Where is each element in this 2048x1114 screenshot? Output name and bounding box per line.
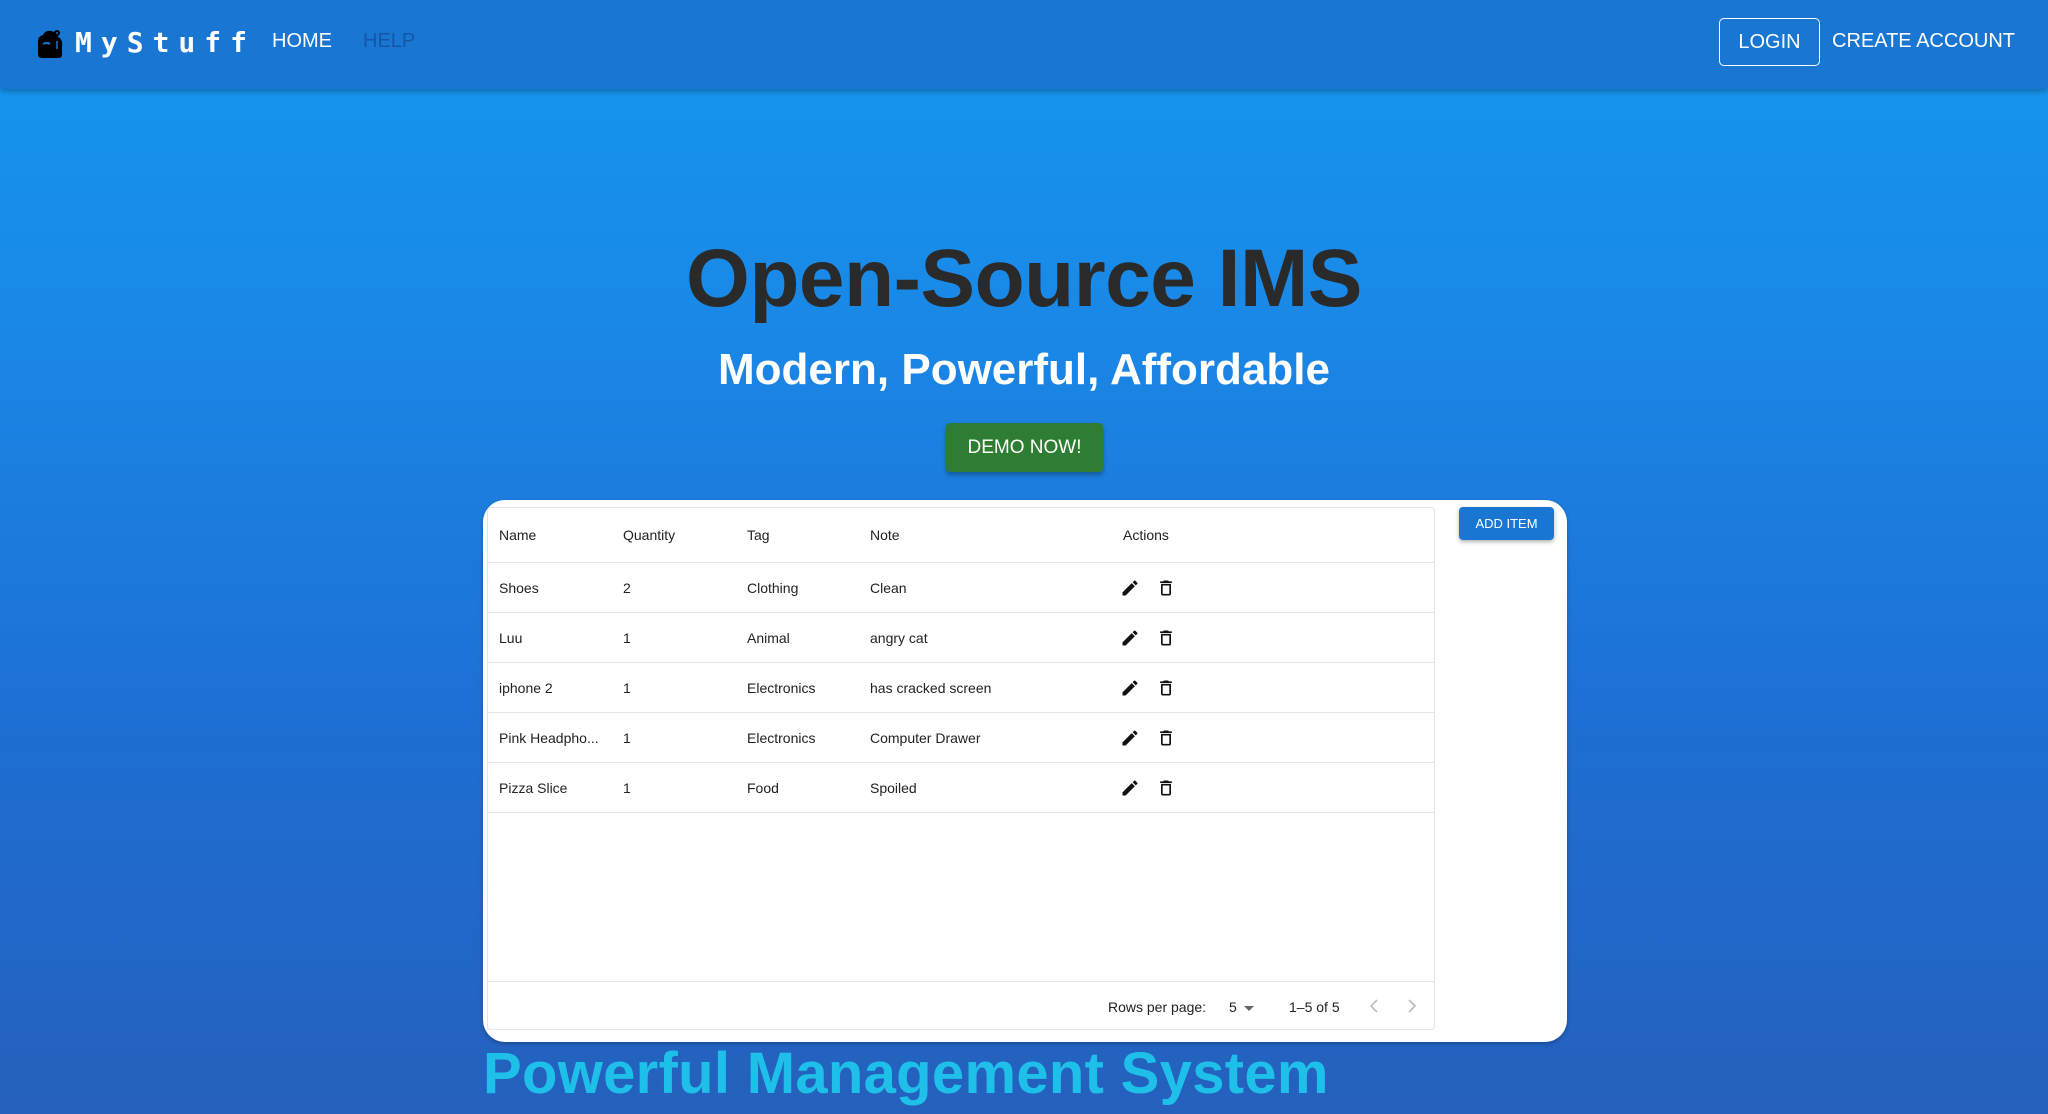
cell-quantity: 1 [623,780,631,796]
cell-quantity: 1 [623,730,631,746]
hero-subtitle: Modern, Powerful, Affordable [718,345,1330,394]
cell-tag: Clothing [747,580,799,596]
rows-per-page-select[interactable]: 5 [1229,999,1237,1015]
edit-icon[interactable] [1120,778,1140,798]
backpack-icon [38,30,63,58]
table-row[interactable]: Luu 1 Animal angry cat [488,613,1434,663]
section-title: Powerful Management System [483,1041,1329,1106]
table-pagination: Rows per page: 5 1–5 of 5 [488,981,1434,1031]
column-header-note[interactable]: Note [870,508,900,563]
inventory-table: Name Quantity Tag Note Actions Shoes 2 Clo… [487,507,1435,1030]
table-row[interactable]: iphone 2 1 Electronics has cracked screen [488,663,1434,713]
delete-icon[interactable] [1156,778,1176,798]
cell-note: angry cat [870,630,928,646]
chevron-left-icon[interactable] [1362,994,1386,1018]
delete-icon[interactable] [1156,578,1176,598]
cell-tag: Food [747,780,779,796]
login-button[interactable]: LOGIN [1719,18,1820,66]
delete-icon[interactable] [1156,678,1176,698]
chevron-right-icon[interactable] [1400,994,1424,1018]
column-header-actions: Actions [1123,527,1169,543]
hero-title: Open-Source IMS [686,233,1362,324]
delete-icon[interactable] [1156,628,1176,648]
demo-now-button[interactable]: DEMO NOW! [946,423,1103,472]
cell-name: Luu [499,630,523,646]
edit-icon[interactable] [1120,678,1140,698]
brand-name[interactable]: MyStuff [75,26,256,59]
caret-down-icon[interactable] [1244,1006,1254,1011]
table-row[interactable]: Pink Headpho... 1 Electronics Computer Draw… [488,713,1434,763]
cell-name: Pink Headpho... [499,730,599,746]
edit-icon[interactable] [1120,728,1140,748]
cell-quantity: 2 [623,580,631,596]
edit-icon[interactable] [1120,578,1140,598]
delete-icon[interactable] [1156,728,1176,748]
cell-name: Shoes [499,580,539,596]
inventory-card: Name Quantity Tag Note Actions Shoes 2 Clo… [483,500,1567,1042]
pagination-range: 1–5 of 5 [1289,999,1340,1015]
app-bar: MyStuff HOME HELP LOGIN CREATE ACCOUNT [0,0,2048,89]
cell-quantity: 1 [623,630,631,646]
nav-home[interactable]: HOME [272,30,332,53]
rows-per-page-label: Rows per page: [1108,999,1207,1015]
cell-name: Pizza Slice [499,780,568,796]
cell-tag: Animal [747,630,790,646]
cell-note: has cracked screen [870,680,992,696]
table-header-row: Name Quantity Tag Note Actions [488,508,1434,563]
edit-icon[interactable] [1120,628,1140,648]
nav-help[interactable]: HELP [363,30,415,53]
column-header-name[interactable]: Name [499,508,609,563]
cell-note: Computer Drawer [870,730,981,746]
cell-quantity: 1 [623,680,631,696]
column-header-tag[interactable]: Tag [747,508,770,563]
cell-name: iphone 2 [499,680,553,696]
add-item-button[interactable]: ADD ITEM [1459,507,1554,540]
cell-note: Spoiled [870,780,917,796]
create-account-button[interactable]: CREATE ACCOUNT [1832,30,2015,53]
table-row[interactable]: Pizza Slice 1 Food Spoiled [488,763,1434,813]
cell-tag: Electronics [747,680,816,696]
cell-note: Clean [870,580,907,596]
cell-tag: Electronics [747,730,816,746]
table-row[interactable]: Shoes 2 Clothing Clean [488,563,1434,613]
column-header-quantity[interactable]: Quantity [623,508,675,563]
